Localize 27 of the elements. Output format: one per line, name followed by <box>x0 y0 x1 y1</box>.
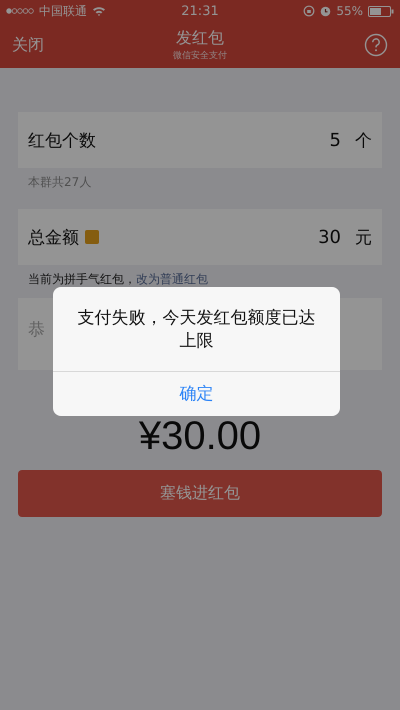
submit-button[interactable]: 塞钱进红包 <box>18 470 382 517</box>
count-row[interactable]: 红包个数 5 个 <box>18 112 382 168</box>
switch-type-link[interactable]: 改为普通红包 <box>136 271 208 288</box>
count-label: 红包个数 <box>28 130 96 152</box>
count-value: 5 <box>330 130 341 150</box>
alarm-icon <box>320 5 332 17</box>
amount-value: 30 <box>318 226 341 248</box>
close-button[interactable]: 关闭 <box>12 34 44 56</box>
packet-type-hint: 当前为拼手气红包， <box>28 271 136 288</box>
group-size-hint: 本群共27人 <box>27 174 92 191</box>
alert-message: 支付失败，今天发红包额度已达上限 <box>76 307 316 353</box>
amount-unit: 元 <box>355 226 372 248</box>
amount-label: 总金额 <box>28 226 79 248</box>
carrier-name: 中国联通 <box>39 2 87 20</box>
page-subtitle: 微信安全支付 <box>173 50 227 62</box>
battery-icon <box>368 6 394 16</box>
confirm-button[interactable]: 确定 <box>53 370 340 416</box>
rotation-lock-icon <box>303 5 316 17</box>
total-amount: ¥30.00 <box>138 416 262 456</box>
help-icon[interactable] <box>364 33 388 57</box>
battery-percent: 55% <box>336 4 363 18</box>
status-time: 21:31 <box>181 4 219 18</box>
signal-icon <box>6 8 34 14</box>
wifi-icon <box>92 6 106 16</box>
count-unit: 个 <box>355 130 372 152</box>
page-title: 发红包 <box>176 28 224 49</box>
amount-row[interactable]: 总金额 30 元 <box>18 209 382 265</box>
